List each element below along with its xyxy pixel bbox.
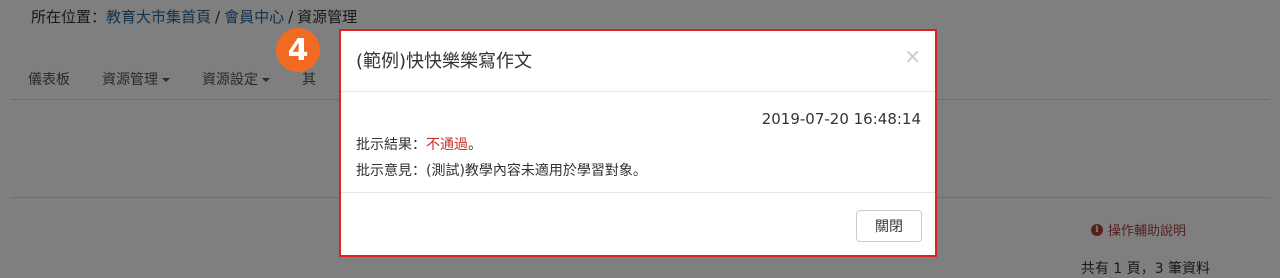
comment-text: (測試)教學內容未適用於學習對象。 [426, 163, 647, 179]
comment-label: 批示意見： [356, 163, 426, 179]
modal-title: (範例)快快樂樂寫作文 [356, 51, 533, 72]
close-button[interactable]: 關閉 [856, 210, 922, 242]
modal-footer: 關閉 [341, 193, 935, 255]
review-result-modal: (範例)快快樂樂寫作文 × 2019-07-20 16:48:14 批示結果：不… [339, 29, 937, 257]
step-number-badge: 4 [276, 28, 320, 72]
modal-body: 2019-07-20 16:48:14 批示結果：不通過。 批示意見：(測試)教… [341, 92, 935, 193]
review-comment-line: 批示意見：(測試)教學內容未適用於學習對象。 [356, 160, 647, 180]
modal-header: (範例)快快樂樂寫作文 × [341, 31, 935, 92]
result-suffix: 。 [468, 137, 482, 153]
review-result-line: 批示結果：不通過。 [356, 134, 482, 154]
review-timestamp: 2019-07-20 16:48:14 [761, 110, 921, 128]
close-icon[interactable]: × [904, 45, 921, 67]
result-label: 批示結果： [356, 137, 426, 153]
status-text: 不通過 [426, 137, 468, 153]
